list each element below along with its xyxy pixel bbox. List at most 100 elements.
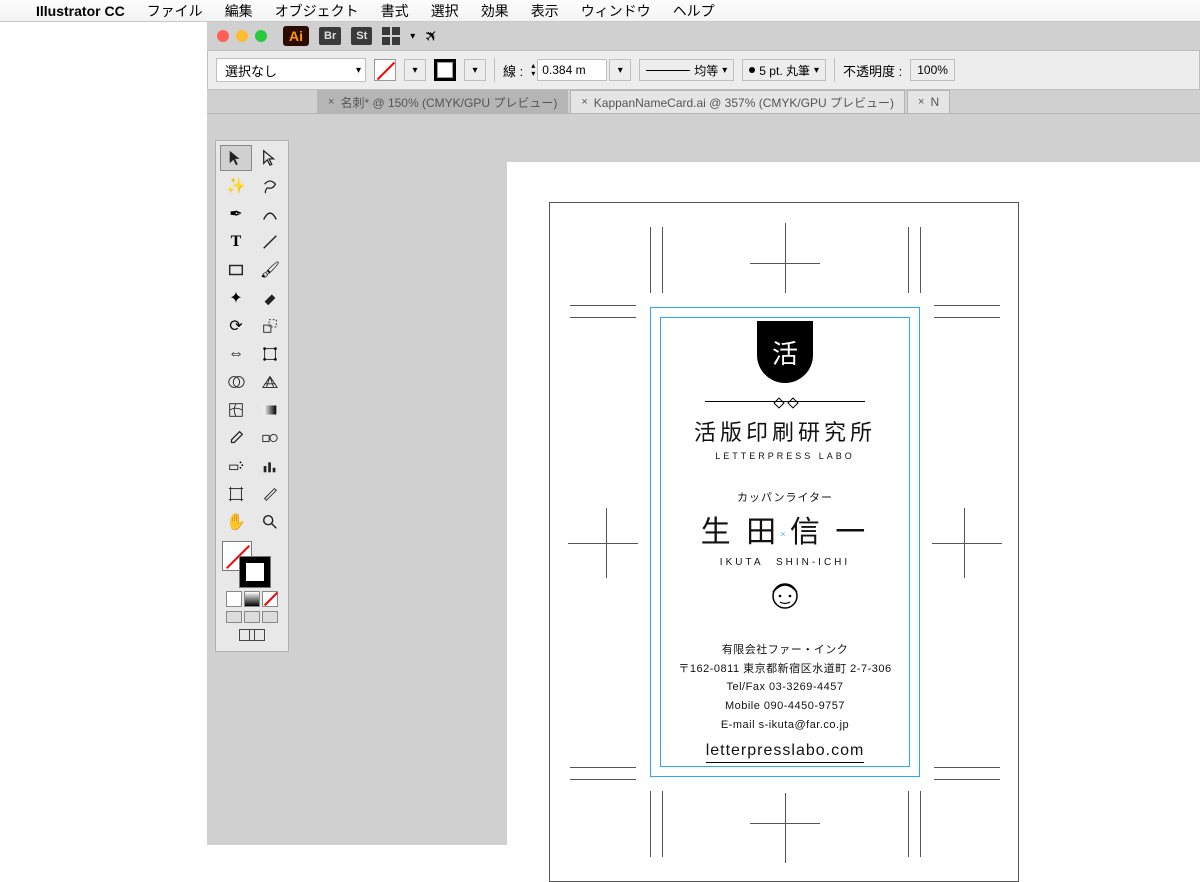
symbol-sprayer-tool[interactable] <box>220 453 252 479</box>
lasso-tool[interactable] <box>254 173 286 199</box>
crop-mark <box>650 791 651 857</box>
rotate-tool[interactable]: ⟳ <box>220 313 252 339</box>
artboard-tool[interactable] <box>220 481 252 507</box>
draw-normal-icon[interactable] <box>226 611 242 623</box>
tools-panel[interactable]: ✨ ✒ T 🖌 ✦ ⟳ ⇔ ✋ <box>215 140 289 652</box>
type-tool[interactable]: T <box>220 229 252 255</box>
curvature-tool[interactable] <box>254 201 286 227</box>
menu-help[interactable]: ヘルプ <box>673 1 715 21</box>
stroke-dropdown-icon[interactable]: ▾ <box>464 59 486 81</box>
slice-tool[interactable] <box>254 481 286 507</box>
color-mode-icon[interactable] <box>226 591 242 607</box>
contact-company: 有限会社ファー・インク <box>634 641 936 660</box>
crop-mark <box>934 767 1000 768</box>
opacity-value: 100% <box>917 63 948 77</box>
menu-view[interactable]: 表示 <box>531 1 559 21</box>
stroke-weight-stepper[interactable]: ▴▾ ▾ <box>531 59 631 81</box>
selection-tool[interactable] <box>220 145 252 171</box>
zoom-tool[interactable] <box>254 509 286 535</box>
tab-label: 名刺* @ 150% (CMYK/GPU プレビュー) <box>340 94 557 111</box>
arrange-documents-icon[interactable] <box>382 27 400 45</box>
tab-document-2[interactable]: × KappanNameCard.ai @ 357% (CMYK/GPU プレビ… <box>570 90 905 113</box>
menu-select[interactable]: 選択 <box>431 1 459 21</box>
perspective-grid-tool[interactable] <box>254 369 286 395</box>
gradient-mode-icon[interactable] <box>244 591 260 607</box>
tab-label: N <box>930 95 939 109</box>
stroke-indicator[interactable] <box>240 557 270 587</box>
card-content: 活 活版印刷研究所 LETTERPRESS LABO カッパンライター 生 田×… <box>634 321 936 763</box>
opacity-field[interactable]: 100% <box>910 59 955 81</box>
variable-width-profile[interactable]: 均等 ▾ <box>639 59 734 81</box>
crop-mark <box>650 227 651 293</box>
stroke-weight-dropdown-icon[interactable]: ▾ <box>609 59 631 81</box>
free-transform-tool[interactable] <box>254 341 286 367</box>
menu-type[interactable]: 書式 <box>381 1 409 21</box>
shaper-tool[interactable]: ✦ <box>220 285 252 311</box>
scale-tool[interactable] <box>254 313 286 339</box>
chevron-down-icon[interactable]: ▾ <box>410 31 415 42</box>
zoom-icon[interactable] <box>255 30 267 42</box>
direct-selection-tool[interactable] <box>254 145 286 171</box>
fill-dropdown-icon[interactable]: ▾ <box>404 59 426 81</box>
eraser-tool[interactable] <box>254 285 286 311</box>
fill-stroke-control[interactable] <box>220 541 284 589</box>
magic-wand-tool[interactable]: ✨ <box>220 173 252 199</box>
close-tab-icon[interactable]: × <box>328 96 334 108</box>
stroke-weight-input[interactable] <box>537 59 607 81</box>
document-tabs: × 名刺* @ 150% (CMYK/GPU プレビュー) × KappanNa… <box>207 90 1200 114</box>
contact-address: 〒162-0811 東京都新宿区水道町 2-7-306 <box>634 660 936 679</box>
selection-dropdown[interactable]: 選択なし <box>216 58 366 82</box>
draw-mode-row <box>220 611 284 623</box>
width-tool[interactable]: ⇔ <box>220 341 252 367</box>
shape-builder-tool[interactable] <box>220 369 252 395</box>
close-icon[interactable] <box>217 30 229 42</box>
menu-object[interactable]: オブジェクト <box>275 1 359 21</box>
menu-effect[interactable]: 効果 <box>481 1 509 21</box>
brush-label: 5 pt. 丸筆 <box>759 62 810 79</box>
brush-definition[interactable]: 5 pt. 丸筆 ▾ <box>742 59 826 81</box>
fill-swatch[interactable] <box>374 59 396 81</box>
stroke-swatch[interactable] <box>434 59 456 81</box>
hand-tool[interactable]: ✋ <box>220 509 252 535</box>
stroke-label: 線 : <box>503 61 523 80</box>
column-graph-tool[interactable] <box>254 453 286 479</box>
contact-url: letterpresslabo.com <box>706 742 865 763</box>
crop-mark <box>662 227 663 293</box>
anchor-icon: × <box>780 530 790 541</box>
screen-mode-icon[interactable] <box>220 629 284 641</box>
menu-file[interactable]: ファイル <box>147 1 203 21</box>
contact-block: 有限会社ファー・インク 〒162-0811 東京都新宿区水道町 2-7-306 … <box>634 641 936 734</box>
close-tab-icon[interactable]: × <box>581 96 587 108</box>
contact-mobile: Mobile 090-4450-9757 <box>634 697 936 716</box>
menu-edit[interactable]: 編集 <box>225 1 253 21</box>
canvas[interactable]: 活 活版印刷研究所 LETTERPRESS LABO カッパンライター 生 田×… <box>507 162 1200 845</box>
draw-behind-icon[interactable] <box>244 611 260 623</box>
tab-document-1[interactable]: × 名刺* @ 150% (CMYK/GPU プレビュー) <box>317 90 568 113</box>
stock-icon[interactable]: St <box>351 27 372 45</box>
app-name[interactable]: Illustrator CC <box>36 3 125 19</box>
gradient-tool[interactable] <box>254 397 286 423</box>
crop-mark <box>570 317 636 318</box>
gpu-performance-icon[interactable]: ✈ <box>420 24 444 48</box>
blend-tool[interactable] <box>254 425 286 451</box>
mesh-tool[interactable] <box>220 397 252 423</box>
eyedropper-tool[interactable] <box>220 425 252 451</box>
bridge-icon[interactable]: Br <box>319 27 341 45</box>
menu-window[interactable]: ウィンドウ <box>581 1 651 21</box>
close-tab-icon[interactable]: × <box>918 96 924 108</box>
draw-inside-icon[interactable] <box>262 611 278 623</box>
none-mode-icon[interactable] <box>262 591 278 607</box>
illustrator-badge-icon: Ai <box>283 26 309 46</box>
tab-document-3[interactable]: × N <box>907 90 950 113</box>
crop-mark <box>662 791 663 857</box>
center-mark <box>568 543 638 544</box>
name-first: 信 一 <box>790 516 870 549</box>
center-mark <box>785 793 786 863</box>
minimize-icon[interactable] <box>236 30 248 42</box>
contact-email: E-mail s-ikuta@far.co.jp <box>634 716 936 735</box>
pen-tool[interactable]: ✒ <box>220 201 252 227</box>
line-segment-tool[interactable] <box>254 229 286 255</box>
role-label: カッパンライター <box>634 489 936 505</box>
rectangle-tool[interactable] <box>220 257 252 283</box>
paintbrush-tool[interactable]: 🖌 <box>254 257 286 283</box>
